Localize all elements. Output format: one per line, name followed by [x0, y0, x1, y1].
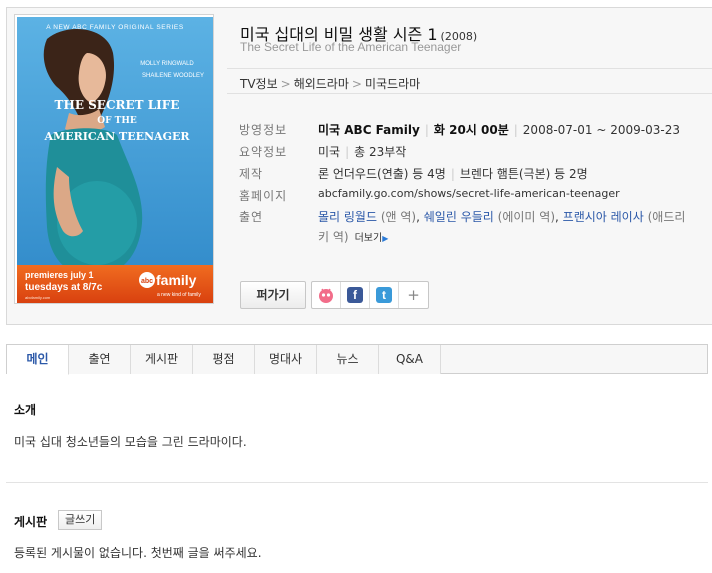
intro-title: 소개: [14, 403, 37, 417]
breadcrumb-item-us-drama[interactable]: 미국드라마: [365, 77, 420, 91]
cast-actor-2[interactable]: 쉐일린 우들리: [424, 210, 494, 224]
facebook-share-button[interactable]: f: [341, 282, 370, 308]
me2day-icon: [319, 288, 333, 303]
summary-value: 미국 | 총 23부작: [318, 145, 407, 159]
tab-main[interactable]: 메인: [7, 345, 69, 375]
production-writer: 브렌다 햄튼(극본) 등 2명: [459, 167, 588, 181]
cast-value-line-2: 키 역) 더보기▶: [318, 228, 388, 245]
broadcast-channel: 미국 ABC Family: [318, 123, 420, 137]
cast-actor-1[interactable]: 몰리 링월드: [318, 210, 377, 224]
broadcast-time: 화 20시 00분: [433, 123, 509, 137]
poster-cast-1: MOLLY RINGWALD: [140, 61, 194, 67]
production-label: 제작: [239, 167, 264, 181]
poster-premiere-1: premieres july 1: [25, 270, 94, 280]
tab-board[interactable]: 게시판: [131, 345, 193, 374]
broadcast-label: 방영정보: [239, 123, 288, 137]
poster-logo-family: family: [156, 272, 197, 288]
me2day-share-button[interactable]: [312, 282, 341, 308]
more-share-button[interactable]: +: [399, 282, 428, 308]
sns-share-group: f t +: [311, 281, 429, 309]
tab-rating[interactable]: 평점: [193, 345, 255, 374]
homepage-link[interactable]: abcfamily.go.com/shows/secret-life-ameri…: [318, 187, 620, 200]
cast-more-link[interactable]: 더보기▶: [355, 233, 389, 244]
summary-episodes: 총 23부작: [354, 145, 407, 159]
board-title: 게시판: [14, 515, 48, 529]
section-divider: [6, 482, 708, 483]
breadcrumb-separator-icon: >: [280, 77, 291, 91]
plus-icon: +: [407, 286, 420, 304]
share-button[interactable]: 퍼가기: [240, 281, 306, 309]
breadcrumb-item-tv[interactable]: TV정보: [240, 77, 278, 91]
facebook-icon: f: [347, 287, 363, 303]
cast-role-1: (앤 역): [380, 210, 417, 224]
poster[interactable]: abc family a new kind of family A NEW AB…: [14, 14, 214, 304]
show-subtitle: The Secret Life of the American Teenager: [240, 40, 462, 54]
cast-role-3-end: 키 역): [318, 230, 349, 244]
write-post-button[interactable]: 글쓰기: [58, 510, 103, 530]
poster-url: abcfamily.com: [25, 295, 51, 300]
breadcrumb-separator-icon: >: [351, 77, 362, 91]
broadcast-period: 2008-07-01 ~ 2009-03-23: [522, 123, 680, 137]
summary-label: 요약정보: [239, 145, 288, 159]
poster-title-2: OF THE: [97, 116, 137, 126]
summary-country: 미국: [318, 145, 341, 159]
tab-bar: 메인 출연 게시판 평점 명대사 뉴스 Q&A: [6, 344, 708, 375]
production-value: 론 언더우드(연출) 등 4명 | 브렌다 햄튼(극본) 등 2명: [318, 167, 588, 181]
cast-actor-3[interactable]: 프랜시아 레이사: [563, 210, 644, 224]
poster-title-3: AMERICAN TEENAGER: [43, 130, 190, 143]
poster-image: abc family a new kind of family A NEW AB…: [17, 17, 213, 303]
poster-top-line: A NEW ABC FAMILY ORIGINAL SERIES: [46, 24, 184, 31]
breadcrumb: TV정보 > 해외드라마 > 미국드라마: [240, 75, 420, 92]
poster-cast-2: SHAILENE WOODLEY: [142, 73, 204, 79]
homepage-label: 홈페이지: [239, 189, 288, 203]
tab-cast[interactable]: 출연: [69, 345, 131, 374]
poster-logo-abc: abc: [141, 278, 153, 285]
twitter-icon: t: [376, 287, 392, 303]
cast-label: 출연: [239, 210, 264, 224]
twitter-share-button[interactable]: t: [370, 282, 399, 308]
cast-role-2: (에이미 역): [497, 210, 555, 224]
poster-logo-tagline: a new kind of family: [157, 292, 201, 298]
tab-quotes[interactable]: 명대사: [255, 345, 317, 374]
poster-title-1: THE SECRET LIFE: [55, 98, 180, 112]
poster-premiere-2: tuesdays at 8/7c: [25, 282, 103, 293]
production-director: 론 언더우드(연출) 등 4명: [318, 167, 446, 181]
tab-news[interactable]: 뉴스: [317, 345, 379, 374]
board-empty-text: 등록된 게시물이 없습니다. 첫번째 글을 써주세요.: [14, 546, 262, 560]
cast-role-3: (애드리: [647, 210, 686, 224]
tab-qna[interactable]: Q&A: [379, 345, 441, 374]
chevron-right-icon: ▶: [382, 234, 389, 243]
broadcast-value: 미국 ABC Family | 화 20시 00분 | 2008-07-01 ~ 200…: [318, 123, 680, 137]
cast-value: 몰리 링월드 (앤 역), 쉐일린 우들리 (에이미 역), 프랜시아 레이사 …: [318, 210, 686, 224]
intro-text: 미국 십대 청소년들의 모습을 그린 드라마이다.: [14, 435, 247, 449]
breadcrumb-item-foreign-drama[interactable]: 해외드라마: [294, 77, 349, 91]
